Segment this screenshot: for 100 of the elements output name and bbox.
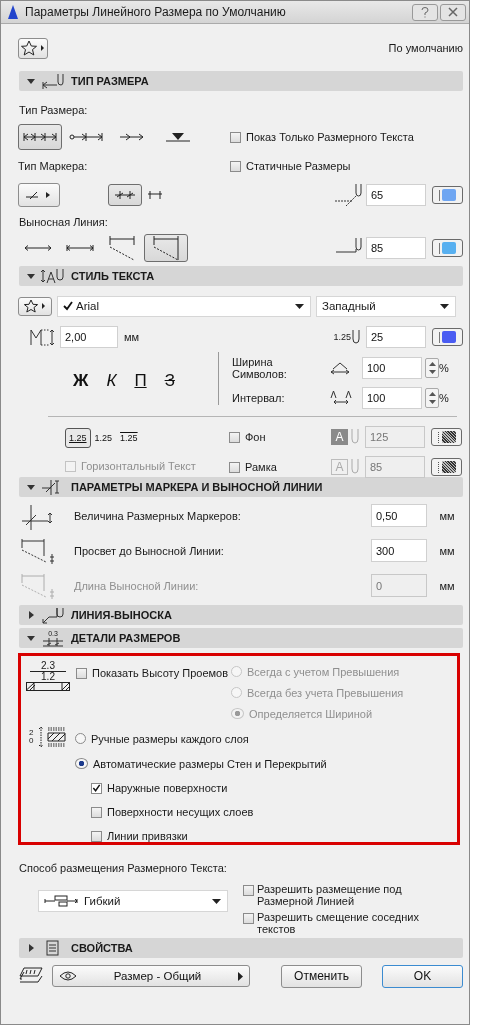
extension-line-option[interactable] — [144, 234, 188, 262]
text-position-option[interactable]: 1.25 — [116, 427, 142, 448]
help-button[interactable] — [412, 3, 438, 21]
character-width-icon — [330, 360, 350, 375]
pen-caption: 1.25 — [333, 332, 351, 342]
checkbox[interactable] — [91, 830, 102, 842]
pen-pattern-button[interactable] — [431, 458, 462, 476]
pen-number-field[interactable]: 85 — [366, 237, 426, 259]
cumulative-dimension-icon — [69, 132, 103, 142]
pen-icon — [351, 459, 359, 475]
opening-wall-icon — [26, 682, 70, 691]
checkbox[interactable] — [91, 806, 102, 818]
section-header[interactable]: СВОЙСТВА — [19, 938, 463, 958]
text-style-button[interactable]: Ж — [70, 370, 92, 392]
section-header[interactable]: ЛИНИЯ-ВЫНОСКА — [19, 605, 463, 625]
bar-marks-icon — [147, 190, 163, 200]
layer-dropdown[interactable]: Размер - Общий — [52, 965, 250, 987]
checkbox[interactable] — [230, 160, 241, 172]
dimension-arrow-icon — [66, 244, 94, 252]
radio-button[interactable] — [75, 758, 88, 769]
text-position-option[interactable]: 1.25 — [90, 427, 117, 448]
pen-color-button[interactable] — [432, 239, 463, 257]
close-button[interactable] — [440, 3, 466, 21]
font-dropdown[interactable]: Arial — [57, 295, 311, 317]
section-header[interactable]: ТИП РАЗМЕРА — [19, 71, 463, 91]
radio-label: Автоматические размеры Стен и Перекрытий — [93, 757, 327, 770]
tick-marks-icon — [114, 190, 136, 200]
pen-icon — [352, 330, 360, 344]
checkbox[interactable] — [91, 782, 102, 794]
marker-option[interactable] — [108, 184, 142, 206]
double-arrow-icon — [24, 244, 52, 252]
pen-color-button[interactable] — [432, 186, 463, 204]
dropdown-arrow-icon — [295, 303, 304, 309]
slanted-extension-icon — [108, 235, 136, 261]
marker-type-button[interactable] — [18, 183, 60, 207]
checkbox[interactable] — [76, 667, 87, 679]
pen-number-field[interactable]: 125 — [365, 426, 425, 448]
field-label: Интервал: — [232, 391, 286, 404]
arrows-icon — [119, 132, 145, 142]
dropdown-arrow-icon — [440, 303, 449, 309]
icon-caption: 2.3 — [41, 660, 55, 671]
layers-icon — [18, 966, 44, 986]
text-height-icon — [30, 328, 56, 346]
text-style-icon — [41, 267, 65, 285]
preset-label: По умолчанию — [388, 42, 463, 54]
favorites-button[interactable] — [18, 37, 48, 59]
spinner-button[interactable] — [425, 357, 439, 378]
pen-number-field[interactable]: 65 — [366, 184, 426, 206]
radio-label: Определяется Шириной — [249, 707, 373, 720]
spinner-arrows-icon — [428, 390, 436, 405]
text-style-button[interactable]: З — [161, 370, 178, 392]
checkbox-label: Наружные поверхности — [107, 782, 228, 794]
submenu-arrow-icon — [238, 971, 243, 981]
field-label: Способ размещения Размерного Текста: — [18, 861, 228, 876]
checkbox[interactable] — [243, 885, 254, 896]
star-icon — [20, 40, 46, 56]
close-icon — [448, 7, 458, 17]
character-spacing-icon — [330, 389, 352, 406]
checkbox-label: Линии привязки — [107, 830, 188, 842]
value-field[interactable]: 0,50 — [371, 504, 427, 527]
checkbox[interactable] — [243, 913, 254, 924]
text-style-button[interactable]: К — [103, 370, 120, 392]
script-dropdown[interactable]: Западный — [316, 295, 456, 317]
unit-label: мм — [438, 509, 456, 522]
favorites-button[interactable] — [18, 296, 52, 316]
checkbox-label: Статичные Размеры — [246, 160, 351, 172]
checkbox[interactable] — [230, 131, 241, 143]
check-icon — [63, 301, 73, 311]
unit-label: мм — [124, 331, 140, 343]
radio-button[interactable] — [75, 733, 86, 744]
section-header[interactable]: СТИЛЬ ТЕКСТА — [19, 266, 463, 286]
slanted-extension-icon — [152, 235, 180, 261]
pen-number-field[interactable]: 25 — [366, 326, 426, 348]
checkbox-label: Разрешить размещение под Размерной Линией — [257, 883, 403, 907]
radio-label: Всегда без учета Превышения — [247, 686, 404, 699]
icon-caption: 1.2 — [41, 671, 55, 682]
character-width-field[interactable]: 100 — [362, 356, 422, 379]
unit-label: % — [439, 391, 450, 404]
value-field[interactable]: 300 — [371, 539, 427, 562]
help-icon — [421, 6, 429, 18]
ok-button[interactable]: OK — [382, 964, 463, 988]
dimension-type-icon — [41, 72, 65, 90]
character-spacing-field[interactable]: 100 — [362, 386, 422, 409]
checkbox[interactable] — [229, 461, 240, 473]
checkbox[interactable] — [229, 431, 240, 443]
spinner-button[interactable] — [425, 387, 439, 408]
pen-pattern-button[interactable] — [431, 428, 462, 446]
window-title: Параметры Линейного Размера по Умолчанию — [25, 5, 287, 19]
placement-dropdown[interactable]: Гибкий — [38, 890, 228, 912]
checkbox-label: Показать Высоту Проемов — [92, 667, 229, 679]
dimension-detail-icon — [42, 636, 64, 647]
app-icon — [7, 5, 19, 19]
text-size-field[interactable]: 2,00 — [60, 326, 118, 348]
cancel-button[interactable]: Отменить — [281, 964, 362, 988]
pen-number-field[interactable]: 85 — [365, 456, 425, 478]
dimension-line-icon — [23, 132, 57, 142]
text-style-button[interactable]: П — [131, 370, 150, 392]
section-header[interactable]: ПАРАМЕТРЫ МАРКЕРА И ВЫНОСНОЙ ЛИНИИ — [19, 477, 463, 497]
text-position-option[interactable]: 1.25 — [65, 427, 91, 448]
pen-color-button[interactable] — [432, 328, 463, 346]
